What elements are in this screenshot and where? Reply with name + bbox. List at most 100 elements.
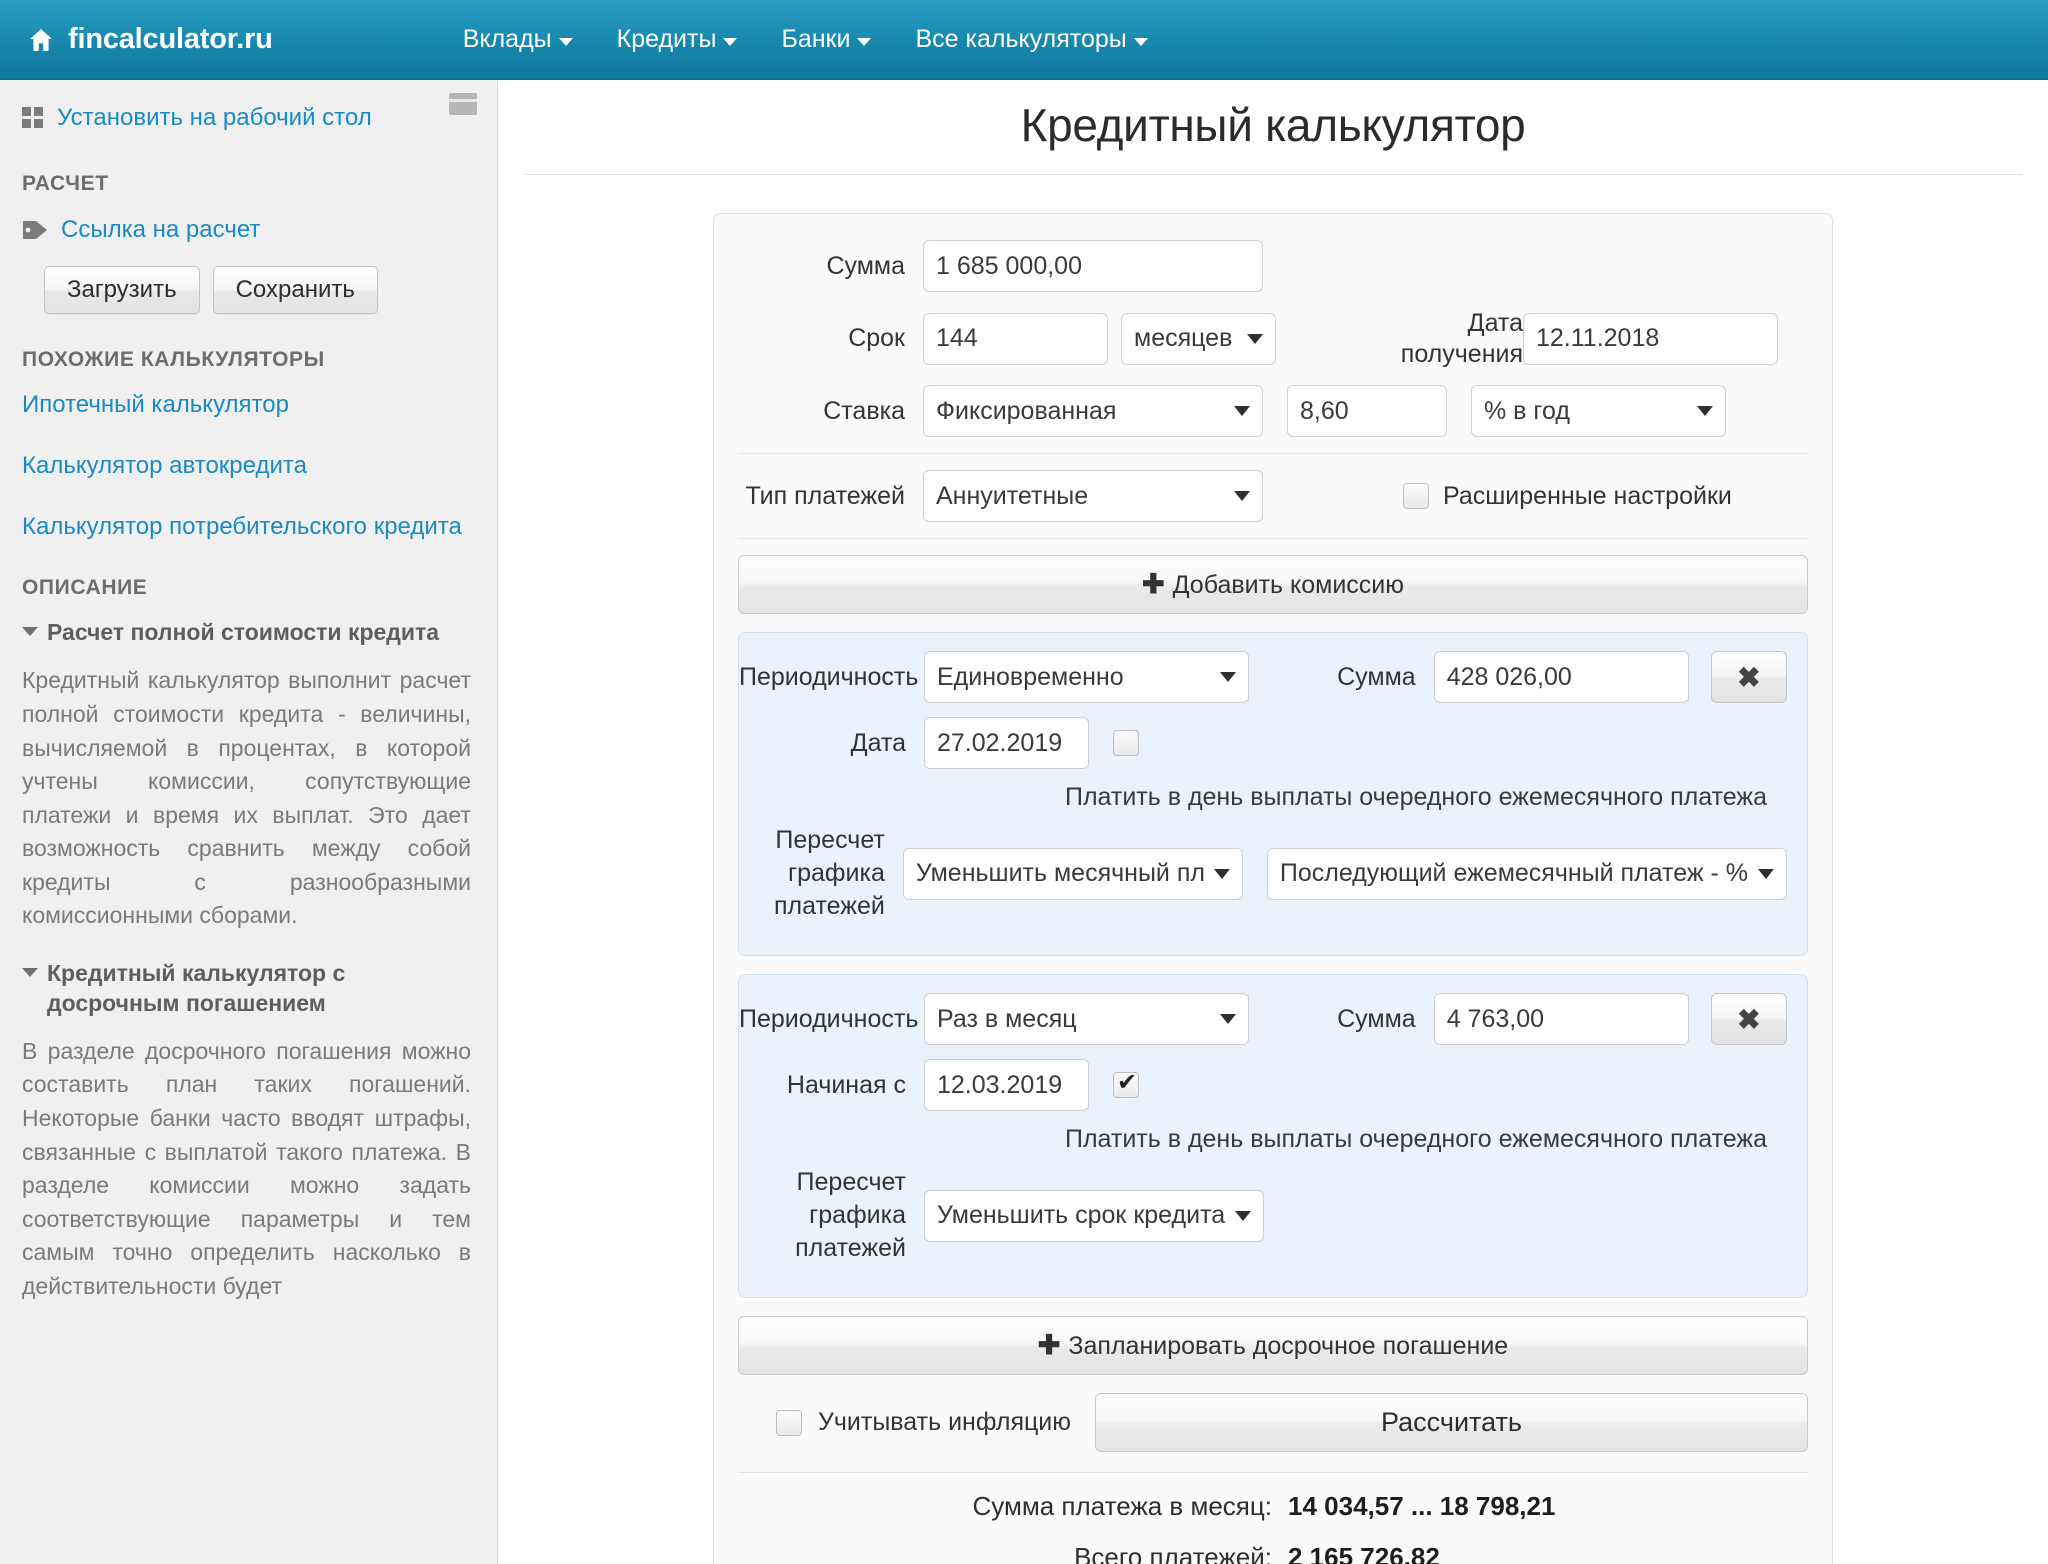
fee1-recalc-label: Пересчет графика платежей bbox=[773, 826, 885, 920]
fee2-delete-button[interactable]: ✖ bbox=[1710, 993, 1787, 1045]
calculate-button[interactable]: Рассчитать bbox=[1095, 1393, 1808, 1452]
row-amount: Сумма bbox=[738, 240, 1808, 292]
inflation-label: Учитывать инфляцию bbox=[818, 1408, 1072, 1436]
fee1-period-select[interactable]: Единовременно bbox=[924, 651, 1250, 703]
nav-item-all-calculators[interactable]: Все калькуляторы bbox=[915, 25, 1148, 54]
amount-label: Сумма bbox=[826, 251, 905, 280]
fee2-date-checkbox[interactable] bbox=[1113, 1068, 1139, 1098]
sidebar-item-autocredit-calc[interactable]: Калькулятор автокредита bbox=[22, 451, 471, 482]
nav-item-label: Все калькуляторы bbox=[915, 25, 1127, 53]
tag-icon bbox=[23, 221, 47, 240]
plus-icon: ✚ bbox=[1037, 1330, 1061, 1360]
calculator-panel: Сумма Срок месяцев Дата получения bbox=[713, 213, 1833, 1564]
desc-block-2-text: В разделе досрочного погашения можно сос… bbox=[22, 1037, 471, 1299]
nav-item-deposits[interactable]: Вклады bbox=[463, 25, 573, 54]
sidebar-scroll-handle[interactable] bbox=[449, 93, 477, 115]
chevron-down-icon bbox=[1213, 868, 1230, 879]
term-unit-value: месяцев bbox=[1134, 324, 1233, 352]
sidebar-item-install[interactable]: Установить на рабочий стол bbox=[22, 102, 471, 134]
fee1-period-label: Периодичность bbox=[739, 663, 919, 691]
fee1-period-value: Единовременно bbox=[937, 662, 1124, 691]
fee1-recalc-value: Уменьшить месячный пл bbox=[915, 859, 1204, 887]
paytype-label: Тип платежей bbox=[745, 481, 906, 510]
fee1-recalc-select[interactable]: Уменьшить месячный пл bbox=[902, 847, 1243, 900]
calc-link[interactable]: Ссылка на расчет bbox=[61, 214, 260, 246]
nav-item-label: Банки bbox=[781, 25, 851, 53]
chevron-down-icon bbox=[1220, 672, 1237, 682]
receive-date-label-line1: Дата bbox=[1467, 309, 1523, 337]
nav-item-banks[interactable]: Банки bbox=[781, 25, 872, 54]
chevron-down-icon bbox=[1234, 406, 1250, 416]
sidebar-item-consumer-credit-calc[interactable]: Калькулятор потребительского кредита bbox=[22, 512, 471, 543]
result-row-monthly: Сумма платежа в месяц: 14 034,57 ... 18 … bbox=[738, 1491, 1808, 1522]
term-input[interactable] bbox=[923, 312, 1108, 365]
fee1-recalc-value-2: Последующий ежемесячный платеж - % bbox=[1279, 859, 1748, 887]
home-icon bbox=[30, 28, 52, 51]
fee1-delete-button[interactable]: ✖ bbox=[1710, 651, 1787, 703]
sidebar-save-load-buttons: Загрузить Сохранить bbox=[44, 266, 471, 315]
load-button[interactable]: Загрузить bbox=[44, 266, 200, 315]
result-value-monthly: 14 034,57 ... 18 798,21 bbox=[1288, 1491, 1556, 1521]
fee2-row-recalc: Пересчет графика платежей Уменьшить срок… bbox=[739, 1166, 1787, 1265]
save-button[interactable]: Сохранить bbox=[212, 266, 378, 315]
fee1-row-period: Периодичность Единовременно Сумма ✖ bbox=[739, 651, 1787, 703]
inflation-checkbox[interactable] bbox=[776, 1409, 802, 1436]
plan-prepayment-button[interactable]: ✚ Запланировать досрочное погашение bbox=[738, 1316, 1808, 1375]
sidebar-item-mortgage-calc[interactable]: Ипотечный калькулятор bbox=[22, 390, 471, 421]
fee2-date-label: Начиная с bbox=[786, 1071, 906, 1099]
result-value-total: 2 165 726,82 bbox=[1288, 1542, 1440, 1564]
brand-link[interactable]: fincalculator.ru bbox=[28, 23, 273, 56]
fee2-period-label: Периодичность bbox=[739, 1005, 919, 1033]
sidebar-item-calc-link[interactable]: Ссылка на расчет bbox=[22, 214, 471, 246]
receive-date-label: Дата получения bbox=[1318, 308, 1523, 369]
term-unit-select[interactable]: месяцев bbox=[1121, 312, 1276, 365]
fee2-recalc-select[interactable]: Уменьшить срок кредита bbox=[924, 1189, 1264, 1242]
nav-item-credits[interactable]: Кредиты bbox=[617, 25, 738, 54]
amount-input[interactable] bbox=[923, 240, 1263, 292]
fee2-sum-label: Сумма bbox=[1337, 1004, 1416, 1033]
row-calculate: Учитывать инфляцию Рассчитать bbox=[738, 1393, 1808, 1452]
fee1-sum-label: Сумма bbox=[1337, 662, 1416, 691]
sidebar-heading-similar: ПОХОЖИЕ КАЛЬКУЛЯТОРЫ bbox=[22, 348, 325, 372]
fee1-recalc-select-2[interactable]: Последующий ежемесячный платеж - % bbox=[1266, 847, 1787, 900]
desc-block-2-title[interactable]: Кредитный калькулятор с досрочным погаше… bbox=[22, 959, 471, 1019]
desc-block-1-title-text: Расчет полной стоимости кредита bbox=[47, 619, 440, 646]
fee1-sum-input[interactable] bbox=[1433, 651, 1689, 703]
desc-block-2-title-text: Кредитный калькулятор с досрочным погаше… bbox=[47, 959, 346, 1016]
sidebar-heading-description: ОПИСАНИЕ bbox=[22, 576, 148, 600]
chevron-down-icon bbox=[1247, 333, 1263, 344]
fee1-date-input[interactable] bbox=[924, 717, 1089, 769]
sidebar: Установить на рабочий стол РАСЧЕТ Ссылка… bbox=[0, 80, 498, 1564]
fee-block-2: Периодичность Раз в месяц Сумма ✖ Начина… bbox=[738, 974, 1808, 1298]
rate-unit-select[interactable]: % в год bbox=[1471, 385, 1726, 437]
install-desktop-link[interactable]: Установить на рабочий стол bbox=[57, 102, 372, 134]
fee2-row-period: Периодичность Раз в месяц Сумма ✖ bbox=[739, 993, 1787, 1045]
rate-unit-value: % в год bbox=[1484, 396, 1570, 425]
fee1-note: Платить в день выплаты очередного ежемес… bbox=[1064, 783, 1767, 811]
fee2-period-select[interactable]: Раз в месяц bbox=[924, 993, 1250, 1045]
fee2-date-input[interactable] bbox=[924, 1059, 1089, 1111]
fee1-row-date: Дата bbox=[739, 717, 1787, 769]
fee2-period-value: Раз в месяц bbox=[937, 1004, 1077, 1033]
chevron-down-icon bbox=[723, 37, 738, 46]
chevron-down-icon bbox=[558, 37, 573, 46]
fee2-sum-input[interactable] bbox=[1433, 993, 1689, 1045]
sidebar-heading-calc: РАСЧЕТ bbox=[22, 172, 109, 196]
result-label-monthly: Сумма платежа в месяц: bbox=[972, 1491, 1272, 1521]
results-divider bbox=[738, 1472, 1808, 1473]
plus-icon: ✚ bbox=[1141, 569, 1165, 599]
inflation-toggle[interactable]: Учитывать инфляцию bbox=[776, 1408, 1071, 1437]
rate-input[interactable] bbox=[1287, 385, 1447, 437]
fee1-date-checkbox[interactable] bbox=[1113, 730, 1139, 756]
rate-type-select[interactable]: Фиксированная bbox=[923, 385, 1263, 437]
close-icon: ✖ bbox=[1737, 1003, 1761, 1035]
body-wrapper: Установить на рабочий стол РАСЧЕТ Ссылка… bbox=[0, 80, 2048, 1564]
desc-block-1-title[interactable]: Расчет полной стоимости кредита bbox=[22, 618, 471, 648]
plan-prepayment-button-label: Запланировать досрочное погашение bbox=[1068, 1332, 1509, 1360]
app-root: fincalculator.ru Вклады Кредиты Банки Вс… bbox=[0, 0, 2048, 1564]
add-fee-button[interactable]: ✚ Добавить комиссию bbox=[738, 555, 1808, 614]
advanced-settings-toggle[interactable]: Расширенные настройки bbox=[1403, 482, 1732, 511]
paytype-select[interactable]: Аннуитетные bbox=[923, 470, 1263, 522]
advanced-settings-checkbox[interactable] bbox=[1403, 483, 1429, 509]
receive-date-input[interactable] bbox=[1523, 312, 1778, 365]
